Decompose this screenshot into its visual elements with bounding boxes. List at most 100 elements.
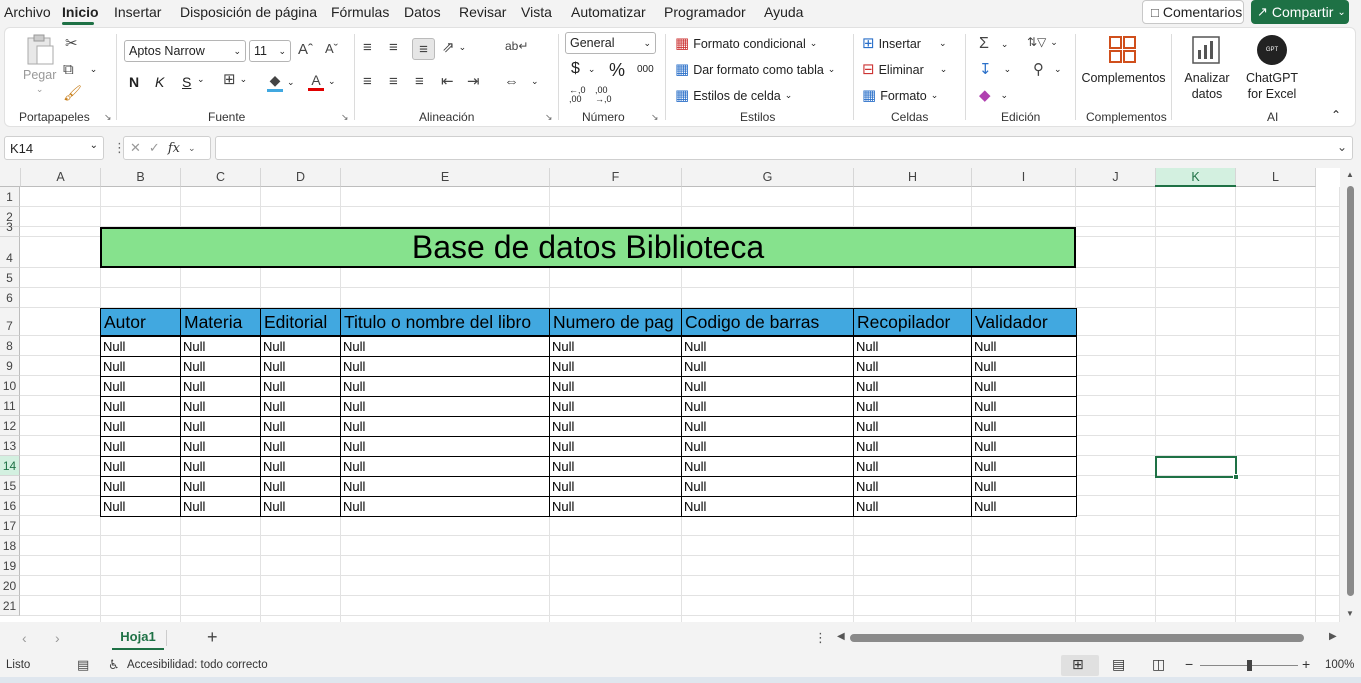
tab-vista[interactable]: Vista <box>521 4 552 20</box>
table-header-cell[interactable]: Titulo o nombre del libro <box>340 308 550 336</box>
align-top-button[interactable]: ≡ <box>363 40 372 55</box>
format-as-table-button[interactable]: ▦ Dar formato como tabla ⌄ <box>675 62 835 77</box>
scroll-up-icon[interactable]: ▲ <box>1346 170 1354 179</box>
orientation-button[interactable]: ⇗ ⌄ <box>442 40 466 55</box>
copy-button[interactable]: ⧉ ⌄ <box>63 62 97 77</box>
align-left-button[interactable]: ≡ <box>363 74 372 89</box>
table-cell[interactable]: Null <box>853 336 972 357</box>
table-cell[interactable]: Null <box>971 456 1077 477</box>
table-cell[interactable]: Null <box>340 376 550 397</box>
table-cell[interactable]: Null <box>853 356 972 377</box>
scroll-left-icon[interactable]: ◀ <box>837 631 845 642</box>
merge-center-button[interactable]: ⇔ ⌄ <box>504 74 539 89</box>
font-size-select[interactable]: 11 ⌄ <box>249 40 291 62</box>
row-header-19[interactable]: 19 <box>0 556 20 576</box>
column-header-g[interactable]: G <box>682 168 854 187</box>
row-header-9[interactable]: 9 <box>0 356 20 376</box>
table-cell[interactable]: Null <box>853 436 972 457</box>
conditional-format-button[interactable]: ▦ Formato condicional ⌄ <box>675 36 817 51</box>
table-cell[interactable]: Null <box>340 336 550 357</box>
font-launcher-icon[interactable]: ↘ <box>341 112 349 123</box>
table-cell[interactable]: Null <box>681 416 854 437</box>
row-header-11[interactable]: 11 <box>0 396 20 416</box>
sort-filter-button[interactable]: ⇅▽ ⌄ <box>1027 36 1058 48</box>
next-sheet-icon[interactable]: › <box>55 630 60 646</box>
row-header-21[interactable]: 21 <box>0 596 20 616</box>
normal-view-icon[interactable]: ⊞ <box>1072 656 1084 673</box>
increase-font-button[interactable]: Aˆ <box>298 42 313 57</box>
row-header-12[interactable]: 12 <box>0 416 20 436</box>
table-cell[interactable]: Null <box>681 336 854 357</box>
row-header-4[interactable]: 4 <box>0 237 20 268</box>
table-cell[interactable]: Null <box>549 376 682 397</box>
find-select-button[interactable]: ⚲ ⌄ <box>1033 62 1062 77</box>
table-cell[interactable]: Null <box>549 396 682 417</box>
table-cell[interactable]: Null <box>549 356 682 377</box>
table-cell[interactable]: Null <box>260 376 341 397</box>
bold-button[interactable]: N <box>129 74 139 90</box>
row-header-7[interactable]: 7 <box>0 308 20 336</box>
column-header-f[interactable]: F <box>550 168 682 187</box>
table-header-cell[interactable]: Editorial <box>260 308 341 336</box>
table-cell[interactable]: Null <box>681 376 854 397</box>
table-cell[interactable]: Null <box>549 416 682 437</box>
table-cell[interactable]: Null <box>681 436 854 457</box>
increase-decimal-button[interactable]: ←,0 ,00 <box>569 86 591 104</box>
row-header-8[interactable]: 8 <box>0 336 20 356</box>
tab-insertar[interactable]: Insertar <box>114 4 161 20</box>
table-header-cell[interactable]: Codigo de barras <box>681 308 854 336</box>
table-cell[interactable]: Null <box>340 416 550 437</box>
table-cell[interactable]: Null <box>260 396 341 417</box>
row-header-16[interactable]: 16 <box>0 496 20 516</box>
italic-button[interactable]: K <box>155 74 164 90</box>
row-header-5[interactable]: 5 <box>0 268 20 288</box>
table-cell[interactable]: Null <box>853 416 972 437</box>
row-header-13[interactable]: 13 <box>0 436 20 456</box>
align-middle-button[interactable]: ≡ <box>389 40 398 55</box>
comments-button[interactable]: □ Comentarios <box>1142 0 1244 24</box>
underline-button[interactable]: S <box>182 74 191 90</box>
sheet-title-cell[interactable]: Base de datos Biblioteca <box>100 227 1076 268</box>
table-cell[interactable]: Null <box>971 336 1077 357</box>
tab-inicio[interactable]: Inicio <box>62 4 99 20</box>
row-header-6[interactable]: 6 <box>0 288 20 308</box>
tab-programador[interactable]: Programador <box>664 4 746 20</box>
add-sheet-button[interactable]: + <box>207 627 218 648</box>
insert-cells-button[interactable]: ⊞ Insertar ⌄ <box>862 36 947 51</box>
table-cell[interactable]: Null <box>180 356 261 377</box>
table-cell[interactable]: Null <box>180 456 261 477</box>
zoom-out-button[interactable]: − <box>1185 656 1193 672</box>
scroll-right-icon[interactable]: ▶ <box>1329 631 1337 642</box>
row-header-20[interactable]: 20 <box>0 576 20 596</box>
format-cells-button[interactable]: ▦ Formato ⌄ <box>862 88 938 103</box>
formula-input[interactable]: ⌄ <box>215 136 1353 160</box>
table-cell[interactable]: Null <box>180 416 261 437</box>
table-cell[interactable]: Null <box>180 376 261 397</box>
table-cell[interactable]: Null <box>180 436 261 457</box>
table-cell[interactable]: Null <box>180 336 261 357</box>
percent-button[interactable]: % <box>609 60 625 81</box>
worksheet-grid[interactable]: ABCDEFGHIJKL 1 2 3 4 5 6 7 8 9 10 11 12 13 14 15 16 17 18… <box>0 168 1340 622</box>
column-header-l[interactable]: L <box>1236 168 1316 187</box>
scroll-down-icon[interactable]: ▼ <box>1346 609 1354 618</box>
clear-button[interactable]: ◆ ⌄ <box>979 88 1008 103</box>
cell-styles-button[interactable]: ▦ Estilos de celda ⌄ <box>675 88 792 103</box>
paste-button[interactable]: Pegar ⌄ <box>23 34 56 95</box>
macro-record-icon[interactable]: ▤ <box>77 657 89 673</box>
cancel-icon[interactable]: ✕ <box>130 140 141 156</box>
page-layout-icon[interactable]: ▤ <box>1112 656 1125 673</box>
table-cell[interactable]: Null <box>971 416 1077 437</box>
sheet-tab-hoja1[interactable]: Hoja1 <box>112 624 164 650</box>
zoom-slider-thumb[interactable] <box>1247 660 1252 671</box>
table-cell[interactable]: Null <box>681 456 854 477</box>
row-header-3[interactable]: 3 <box>0 220 20 237</box>
table-cell[interactable]: Null <box>340 496 550 517</box>
tab-ayuda[interactable]: Ayuda <box>764 4 803 20</box>
table-cell[interactable]: Null <box>100 496 181 517</box>
vertical-scroll-thumb[interactable] <box>1347 186 1354 596</box>
select-all-corner[interactable] <box>0 168 21 187</box>
table-cell[interactable]: Null <box>100 376 181 397</box>
increase-indent-button[interactable]: ⇥ <box>467 74 480 89</box>
column-header-d[interactable]: D <box>261 168 341 187</box>
column-header-a[interactable]: A <box>21 168 101 187</box>
